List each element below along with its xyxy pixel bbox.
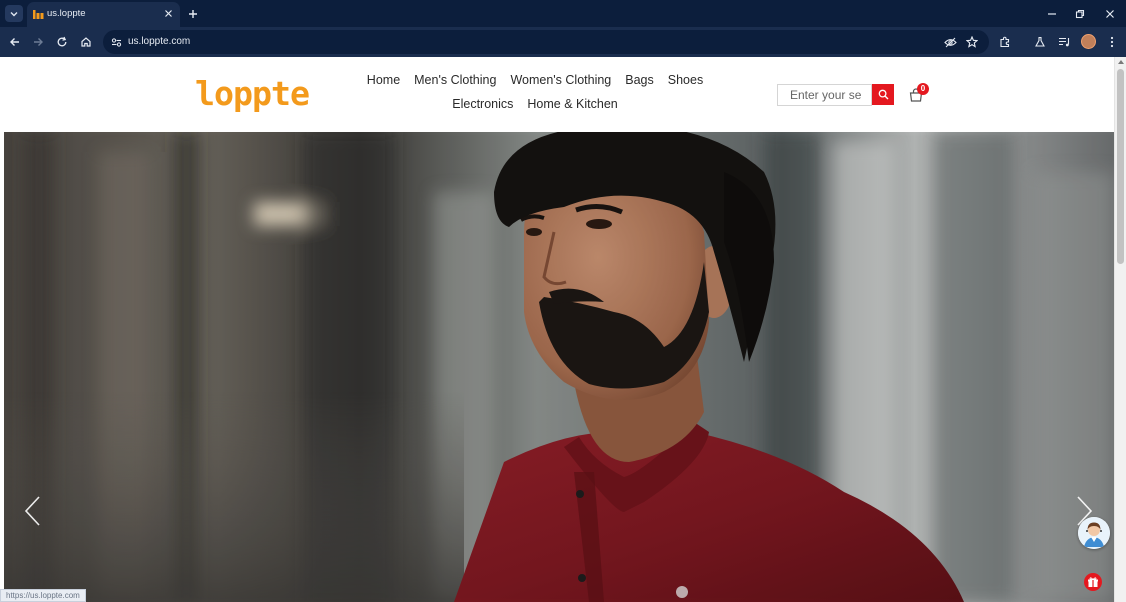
tab-title: us.loppte — [47, 8, 86, 19]
man-in-red-shirt-photo — [4, 132, 1115, 602]
search-input[interactable] — [777, 84, 872, 106]
site-header: loppte Home Men's Clothing Women's Cloth… — [0, 57, 1114, 132]
flask-icon — [1035, 36, 1045, 47]
arrow-left-icon — [10, 38, 19, 46]
address-bar[interactable]: us.loppte.com — [103, 30, 989, 54]
address-url[interactable]: us.loppte.com — [128, 36, 190, 47]
logo-text: loppte — [195, 74, 309, 112]
close-icon — [164, 9, 172, 17]
nav-electronics[interactable]: Electronics — [445, 97, 520, 111]
bookmark-star-icon[interactable] — [965, 35, 979, 49]
support-avatar-icon[interactable] — [1078, 517, 1110, 549]
forward-button[interactable] — [29, 33, 47, 51]
labs-button[interactable] — [1031, 33, 1049, 51]
scroll-up-arrow-icon[interactable] — [1118, 60, 1124, 64]
search-icon — [878, 89, 888, 100]
minimize-icon — [1048, 12, 1056, 15]
arrow-right-icon — [34, 38, 43, 46]
nav-home[interactable]: Home — [360, 73, 407, 87]
puzzle-icon — [1000, 36, 1010, 48]
window-close-button[interactable] — [1101, 5, 1119, 22]
media-controls-button[interactable] — [1055, 33, 1073, 51]
browser-tab[interactable]: us.loppte — [27, 2, 180, 27]
scrollbar-thumb[interactable] — [1117, 69, 1124, 264]
nav-shoes[interactable]: Shoes — [661, 73, 710, 87]
minimize-button[interactable] — [1043, 5, 1061, 22]
back-button[interactable] — [6, 33, 24, 51]
home-icon — [81, 37, 91, 47]
chevron-left-icon[interactable] — [22, 494, 44, 528]
loppte-favicon-icon — [33, 10, 44, 19]
nav-mens-clothing[interactable]: Men's Clothing — [407, 73, 503, 87]
gift-icon — [1088, 577, 1098, 587]
site-settings-icon[interactable] — [109, 35, 123, 49]
status-bar-url: https://us.loppte.com — [0, 589, 86, 602]
tracking-protection-icon[interactable] — [943, 35, 957, 49]
search-button[interactable] — [872, 84, 894, 105]
profile-avatar[interactable] — [1081, 34, 1096, 49]
browser-tab-bar: us.loppte — [0, 0, 1126, 27]
reload-icon — [57, 36, 67, 47]
restore-button[interactable] — [1071, 5, 1089, 22]
gift-button[interactable] — [1084, 573, 1102, 591]
home-button[interactable] — [77, 33, 95, 51]
queue-music-icon — [1058, 37, 1069, 47]
site-logo[interactable]: loppte — [195, 74, 311, 117]
cart-count-badge: 0 — [917, 83, 929, 95]
browser-toolbar: us.loppte.com — [0, 27, 1126, 57]
restore-icon — [1075, 9, 1085, 18]
page-scrollbar[interactable] — [1114, 57, 1126, 602]
tab-search-button[interactable] — [5, 5, 23, 22]
hero-slider — [4, 132, 1115, 602]
nav-home-kitchen[interactable]: Home & Kitchen — [520, 97, 624, 111]
nav-bags[interactable]: Bags — [618, 73, 661, 87]
plus-icon — [188, 9, 197, 18]
extensions-button[interactable] — [996, 33, 1014, 51]
chevron-down-icon — [10, 11, 18, 16]
browser-menu-button[interactable] — [1103, 33, 1121, 51]
main-navigation: Home Men's Clothing Women's Clothing Bag… — [330, 73, 740, 111]
nav-womens-clothing[interactable]: Women's Clothing — [503, 73, 618, 87]
tab-close-button[interactable] — [161, 6, 175, 20]
close-icon — [1106, 9, 1114, 18]
new-tab-button[interactable] — [184, 5, 201, 22]
reload-button[interactable] — [53, 33, 71, 51]
more-vertical-icon — [1110, 36, 1114, 48]
